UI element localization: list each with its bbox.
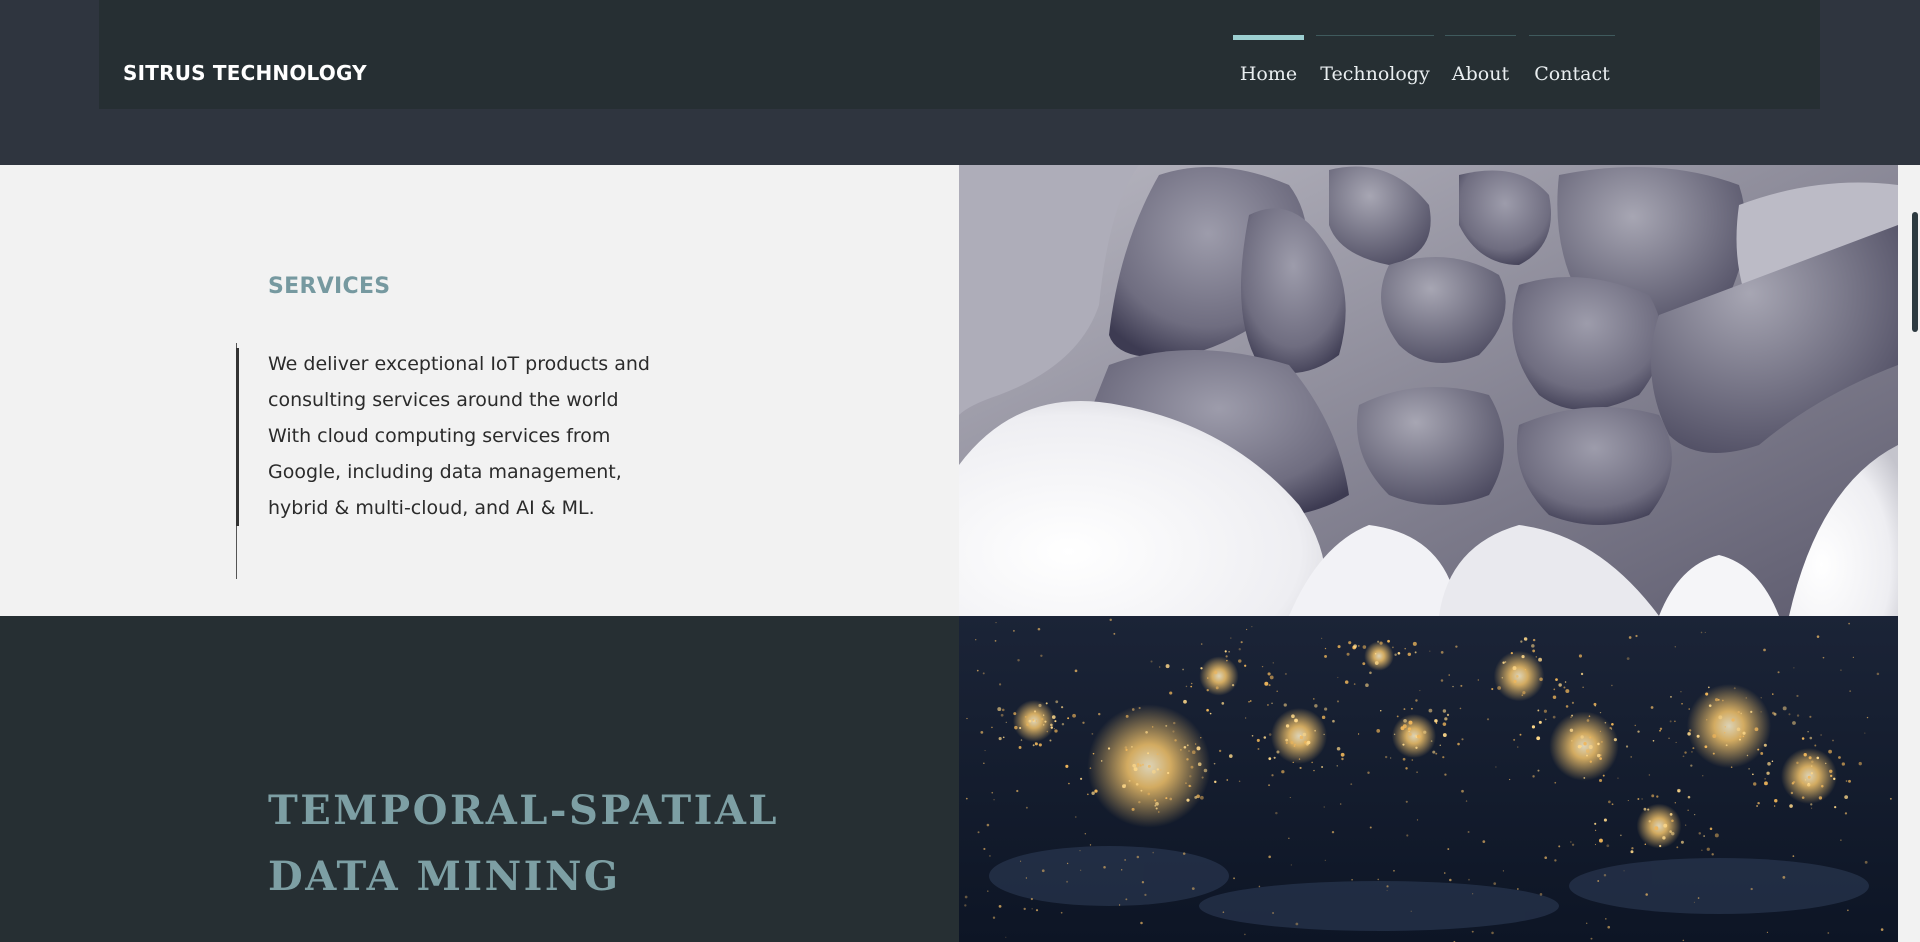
services-line: We deliver exceptional IoT products and <box>268 353 650 375</box>
nav-label-technology: Technology <box>1320 63 1430 85</box>
heading-line: TEMPORAL-SPATIAL <box>268 787 779 834</box>
services-description: We deliver exceptional IoT products and … <box>268 346 698 526</box>
nav-label-contact: Contact <box>1534 63 1610 85</box>
nav-item-contact[interactable]: Contact <box>1529 35 1615 95</box>
nav-label-home: Home <box>1239 63 1298 85</box>
services-line: Google, including data management, <box>268 461 622 483</box>
nav-indicator <box>1316 35 1434 36</box>
nav-item-about[interactable]: About <box>1445 35 1516 95</box>
nav-indicator <box>1529 35 1615 36</box>
earth-night-lights-image <box>959 616 1898 942</box>
services-title: SERVICES <box>268 274 391 299</box>
services-line: consulting services around the world <box>268 389 619 411</box>
services-line: hybrid & multi-cloud, and AI & ML. <box>268 497 595 519</box>
heading-line: DATA MINING <box>268 853 621 900</box>
scrollbar-thumb[interactable] <box>1912 212 1918 332</box>
nav-item-technology[interactable]: Technology <box>1316 35 1434 95</box>
site-logo[interactable]: SITRUS TECHNOLOGY <box>123 61 367 85</box>
quote-rule-accent <box>236 348 239 526</box>
nav-item-home[interactable]: Home <box>1233 35 1304 95</box>
nav-indicator <box>1233 35 1304 40</box>
nav-indicator <box>1445 35 1516 36</box>
data-mining-heading: TEMPORAL-SPATIAL DATA MINING <box>268 778 779 910</box>
abstract-3d-image <box>959 165 1898 616</box>
nav-label-about: About <box>1451 63 1510 85</box>
services-line: With cloud computing services from <box>268 425 611 447</box>
